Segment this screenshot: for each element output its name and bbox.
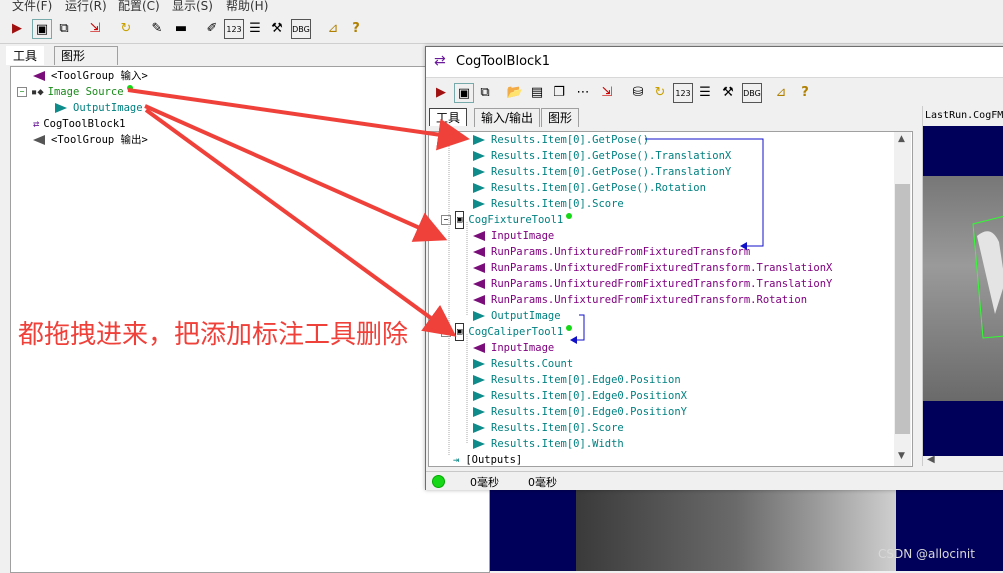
help-icon[interactable]: ? (796, 83, 814, 101)
refresh-icon[interactable]: ↻ (651, 83, 669, 101)
preview-canvas[interactable] (923, 126, 1003, 456)
dots-icon[interactable]: ⋯ (574, 83, 592, 101)
refresh-icon[interactable]: ↻ (117, 19, 135, 37)
scroll-up-icon[interactable]: ▲ (898, 134, 905, 144)
status-time-1: 0毫秒 (470, 476, 499, 489)
input-arrow-icon (33, 71, 45, 81)
tree-input[interactable]: <ToolGroup 输入> (33, 68, 148, 84)
numbers-icon[interactable]: 123 (673, 83, 693, 103)
menu-config[interactable]: 配置(C) (118, 0, 160, 13)
dialog-titlebar: ⇄ CogToolBlock1 (426, 47, 1003, 78)
menu-file[interactable]: 文件(F) (12, 0, 52, 13)
preview-overlay (972, 215, 1003, 339)
dialog-tab-io[interactable]: 输入/输出 (474, 108, 541, 127)
numbers-icon[interactable]: 123 (224, 19, 244, 39)
scroll-down-icon[interactable]: ▼ (898, 451, 905, 461)
dialog-toolbar: ▶ ▣ ⧉ 📂 ▤ ❐ ⋯ ⇲ ⛁ ↻ 123 ☰ ⚒ DBG ⊿ ? (426, 78, 1003, 106)
tab-tools[interactable]: 工具 (6, 46, 45, 65)
measure-icon[interactable]: ⊿ (772, 83, 790, 101)
list-icon[interactable]: ☰ (696, 83, 714, 101)
collapse-icon[interactable]: − (17, 87, 27, 97)
dialog-title: CogToolBlock1 (456, 54, 550, 69)
dialog-tab-tools[interactable]: 工具 (429, 108, 468, 126)
menu-bar: 文件(F) 运行(R) 配置(C) 显示(S) 帮助(H) (0, 0, 1003, 13)
debug-icon[interactable]: DBG (291, 19, 311, 39)
wrench-icon[interactable]: ⚒ (719, 83, 737, 101)
tree-scrollbar[interactable]: ▲ ▼ (894, 132, 911, 466)
help-icon[interactable]: ? (347, 19, 365, 37)
wrench-icon[interactable]: ⚒ (268, 19, 286, 37)
copy-icon[interactable]: ❐ (550, 83, 568, 101)
link-lines (448, 132, 764, 455)
import-icon[interactable]: ⇲ (598, 83, 616, 101)
run-icon[interactable]: ▶ (8, 19, 26, 37)
tree-output-image[interactable]: OutputImage (55, 100, 143, 116)
status-bar: 0毫秒 0毫秒 (426, 471, 1003, 490)
preview-title: LastRun.CogFM (925, 110, 1003, 121)
status-ok-icon (432, 475, 445, 488)
camera-icon: ▪◆ (31, 86, 44, 98)
dialog-tab-graphics[interactable]: 图形 (541, 108, 580, 127)
toolblock-icon: ⇄ (33, 118, 40, 130)
preview-pane: LastRun.CogFM ◀ (922, 106, 1003, 466)
tool-icon[interactable]: ⧉ (55, 19, 73, 37)
list-icon[interactable]: ☰ (246, 19, 264, 37)
image-view-icon[interactable]: ▣ (32, 19, 52, 39)
save-icon[interactable]: ▤ (528, 83, 546, 101)
background-image (576, 488, 896, 571)
open-icon[interactable]: 📂 (506, 83, 524, 101)
tree-tool-block[interactable]: ⇄ CogToolBlock1 (33, 116, 126, 132)
image-view-icon[interactable]: ▣ (454, 83, 474, 103)
output-group-icon (33, 135, 45, 145)
brush-icon[interactable]: ✎ (148, 19, 166, 37)
import-icon[interactable]: ⇲ (86, 19, 104, 37)
annotation-text: 都拖拽进来，把添加标注工具删除 (18, 320, 409, 350)
toolblock-icon: ⇄ (434, 53, 446, 69)
tab-graphics[interactable]: 图形 (54, 46, 118, 65)
status-dot-icon (126, 85, 133, 91)
watermark: CSDN @allocinit (878, 547, 975, 561)
tree-image-source[interactable]: − ▪◆ Image Source (17, 84, 133, 100)
debug-icon[interactable]: DBG (742, 83, 762, 103)
main-toolbar: ▶ ▣ ⧉ ⇲ ↻ ✎ ▬ ✐ 123 ☰ ⚒ DBG ⊿ ? (0, 13, 1003, 44)
scroll-left-icon[interactable]: ◀ (927, 454, 935, 465)
edit-icon[interactable]: ✐ (203, 19, 221, 37)
scroll-thumb[interactable] (895, 184, 910, 434)
run-icon[interactable]: ▶ (432, 83, 450, 101)
output-arrow-icon (55, 103, 67, 113)
menu-help[interactable]: 帮助(H) (226, 0, 268, 13)
tool-icon[interactable]: ⧉ (476, 83, 494, 101)
measure-icon[interactable]: ⊿ (324, 19, 342, 37)
dialog-tool-tree: Results.Item[0].GetPose() Results.Item[0]… (428, 131, 913, 467)
cam-icon[interactable]: ▬ (172, 19, 190, 37)
menu-run[interactable]: 运行(R) (65, 0, 107, 13)
menu-display[interactable]: 显示(S) (172, 0, 213, 13)
tool-block-dialog: ⇄ CogToolBlock1 ▶ ▣ ⧉ 📂 ▤ ❐ ⋯ ⇲ ⛁ ↻ 123 … (425, 46, 1003, 490)
status-time-2: 0毫秒 (528, 476, 557, 489)
tree-output[interactable]: <ToolGroup 输出> (33, 132, 148, 148)
database-icon[interactable]: ⛁ (629, 83, 647, 101)
